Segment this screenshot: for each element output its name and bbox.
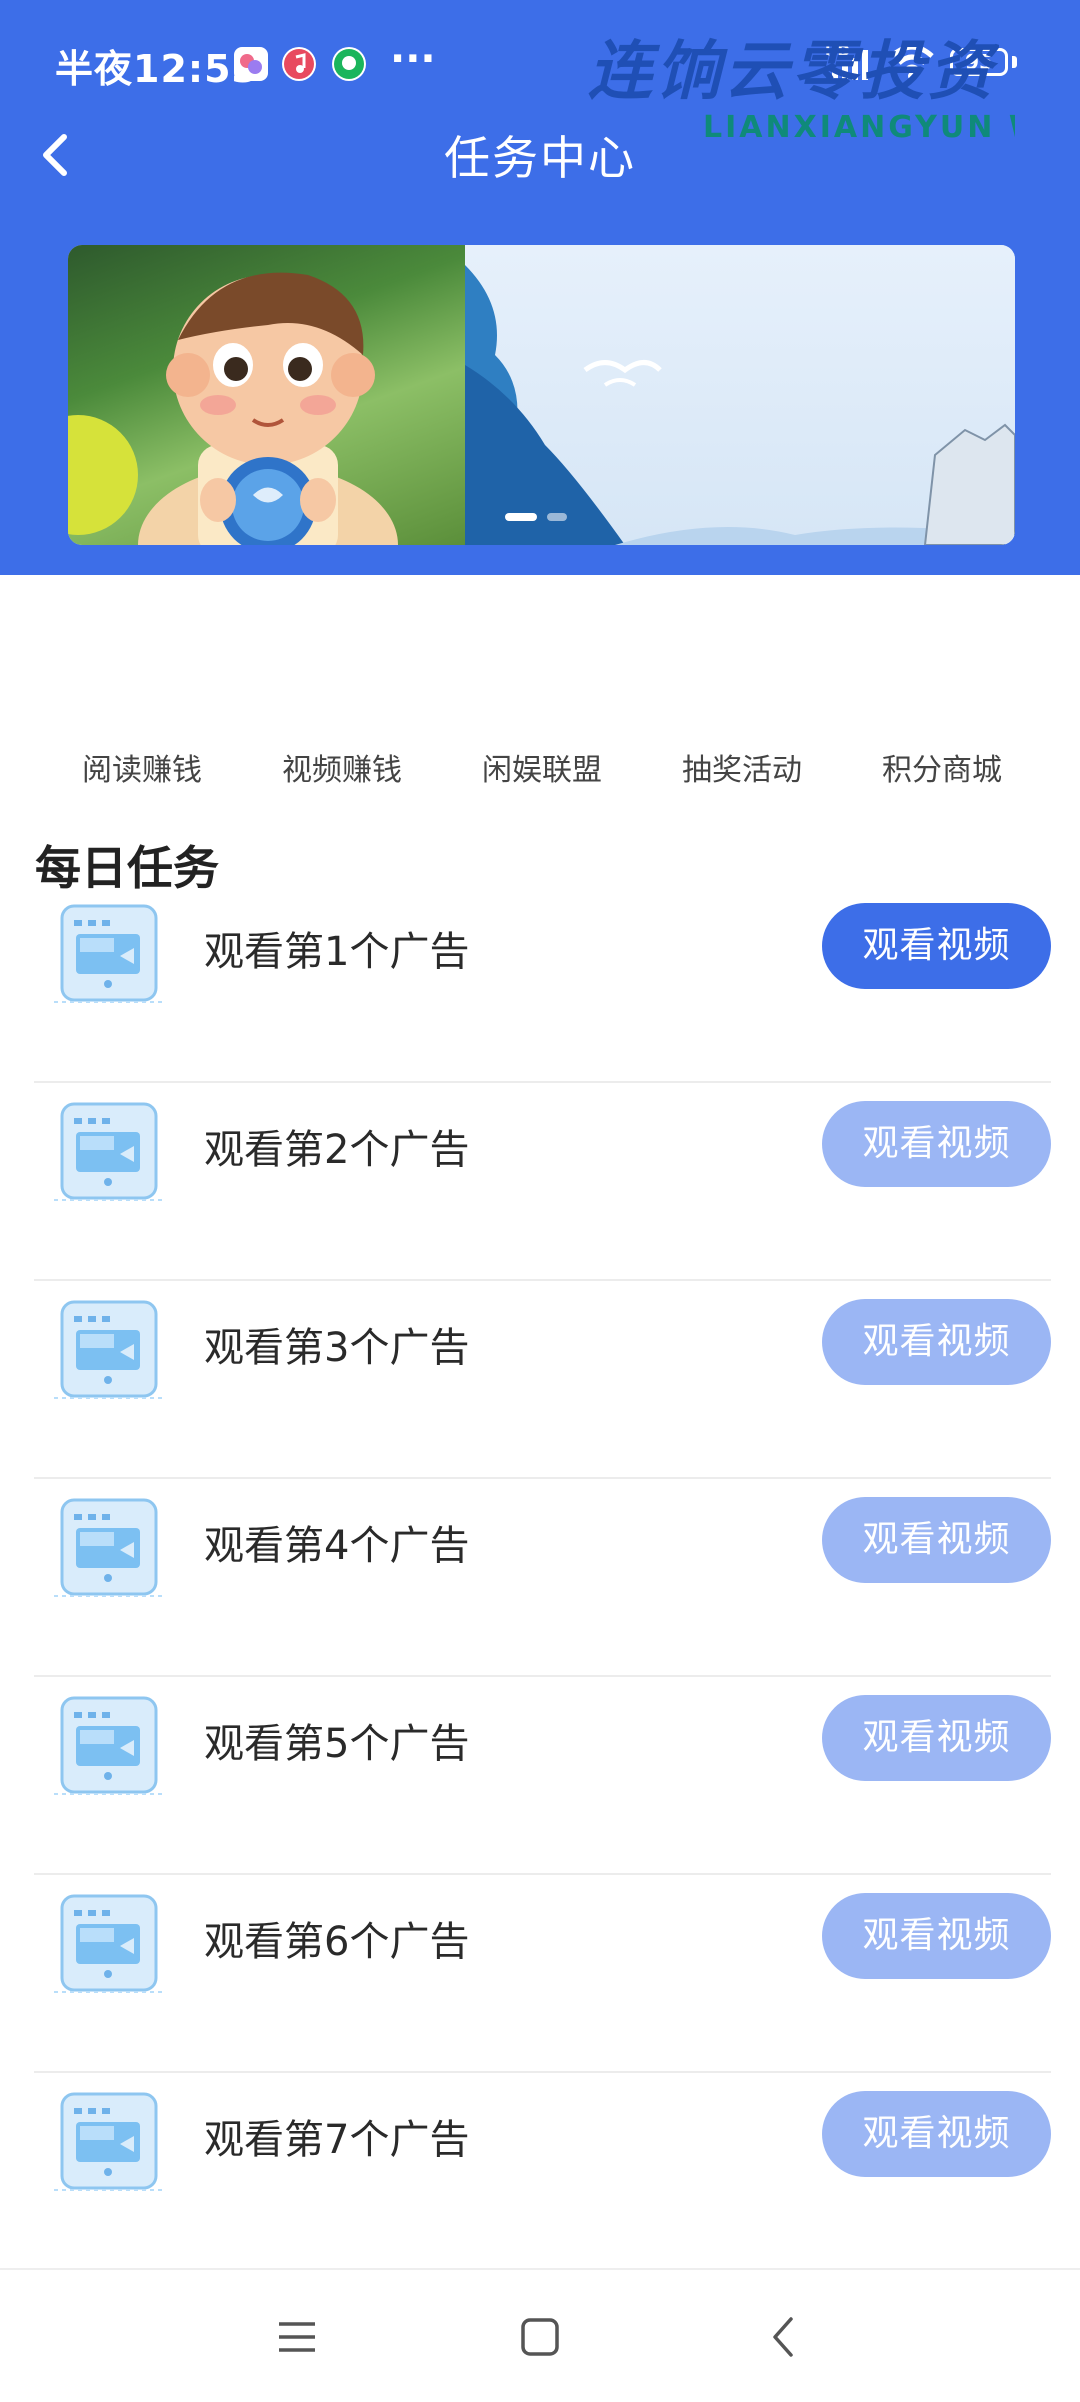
banner-title: 连饷云零投资创 [588,35,1064,109]
home-icon[interactable] [518,2315,562,2359]
watch-video-button[interactable]: 观看视频 [822,2091,1051,2177]
list-item: 观看第3个广告 观看视频 [34,1281,1051,1479]
system-nav-bar [0,2268,1080,2402]
header: 半夜12:53 ··· HD 95 任务中心 连饷云零投资创 LIANXIANG… [0,0,1080,575]
back-icon[interactable] [763,2315,807,2359]
more-notifications-icon: ··· [390,36,436,82]
list-item: 观看第4个广告 观看视频 [34,1479,1051,1677]
video-ad-icon [54,1888,164,1998]
watch-video-button[interactable]: 观看视频 [822,903,1051,989]
banner-image-landscape [465,245,1015,545]
tab-lottery[interactable]: 抽奖活动 [682,745,802,789]
music-app-icon [282,47,316,81]
list-item: 观看第2个广告 观看视频 [34,1083,1051,1281]
message-app-icon [332,47,366,81]
video-ad-icon [54,1096,164,1206]
battery-tip [1012,56,1017,68]
banner-subtitle: LIANXIANGYUN WELC [703,110,1015,145]
watch-video-button[interactable]: 观看视频 [822,1497,1051,1583]
video-ad-icon [54,1690,164,1800]
watch-video-button[interactable]: 观看视频 [822,1893,1051,1979]
video-ad-icon [54,1492,164,1602]
task-label: 观看第4个广告 [204,1523,470,1569]
watch-video-button[interactable]: 观看视频 [822,1695,1051,1781]
tab-leisure-alliance[interactable]: 闲娱联盟 [482,745,602,789]
task-label: 观看第5个广告 [204,1721,470,1767]
task-label: 观看第6个广告 [204,1919,470,1965]
task-label: 观看第2个广告 [204,1127,470,1173]
task-label: 观看第1个广告 [204,929,470,975]
list-item: 观看第1个广告 观看视频 [34,885,1051,1083]
status-time: 半夜12:53 [55,47,259,91]
task-label: 观看第7个广告 [204,2117,470,2163]
video-ad-icon [54,898,164,1008]
banner-carousel[interactable] [68,245,1015,545]
tab-read-earn[interactable]: 阅读赚钱 [82,745,202,789]
watch-video-button[interactable]: 观看视频 [822,1101,1051,1187]
banner-image-character [68,245,465,545]
list-item: 观看第5个广告 观看视频 [34,1677,1051,1875]
video-ad-icon [54,2086,164,2196]
tab-video-earn[interactable]: 视频赚钱 [282,745,402,789]
list-item: 观看第7个广告 观看视频 [34,2073,1051,2271]
menu-icon[interactable] [275,2315,319,2359]
watch-video-button[interactable]: 观看视频 [822,1299,1051,1385]
task-label: 观看第3个广告 [204,1325,470,1371]
category-tabs: 阅读赚钱 视频赚钱 闲娱联盟 抽奖活动 积分商城 [0,745,1080,795]
tab-points-mall[interactable]: 积分商城 [882,745,1002,789]
carousel-dot [547,513,567,521]
video-ad-icon [54,1294,164,1404]
list-item: 观看第6个广告 观看视频 [34,1875,1051,2073]
photos-app-icon [234,47,268,81]
carousel-dot-active [505,513,537,521]
